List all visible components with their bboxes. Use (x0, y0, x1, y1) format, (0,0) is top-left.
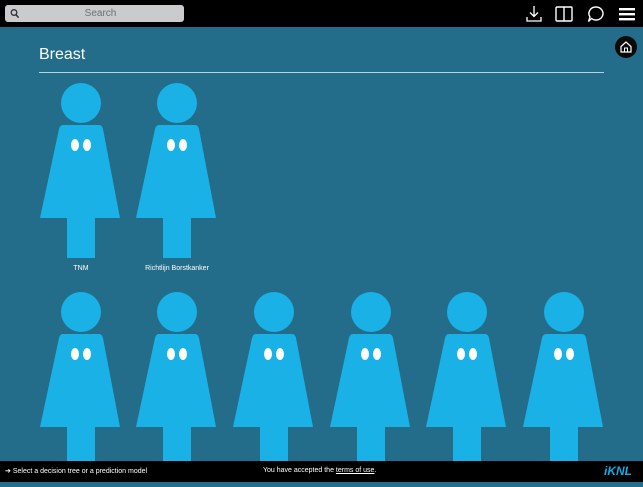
tile[interactable] (519, 292, 609, 487)
terms-suffix: . (374, 467, 377, 474)
woman-figure-icon (426, 292, 506, 467)
status-hint: ➔ Select a decision tree or a prediction… (5, 467, 147, 475)
woman-figure-icon (330, 292, 410, 467)
search-input[interactable] (23, 5, 178, 22)
tile[interactable] (422, 292, 512, 487)
tile-tnm[interactable]: TNM (36, 83, 126, 278)
search-box[interactable] (5, 5, 184, 22)
status-hint-text: Select a decision tree or a prediction m… (12, 468, 148, 475)
book-icon[interactable] (553, 4, 575, 24)
section-title: Breast (39, 46, 86, 63)
search-icon (10, 7, 20, 25)
home-icon[interactable] (615, 36, 637, 58)
woman-figure-icon (40, 83, 120, 258)
menu-icon[interactable] (617, 4, 639, 24)
download-icon[interactable] (523, 4, 545, 24)
tile[interactable] (326, 292, 416, 487)
terms-notice: You have accepted the terms of use. (263, 467, 376, 474)
top-bar (0, 0, 643, 27)
woman-figure-icon (136, 83, 216, 258)
title-divider (39, 72, 604, 73)
chat-bubble-icon[interactable] (585, 4, 607, 24)
woman-figure-icon (136, 292, 216, 467)
tile-label: Richtlijn Borstkanker (145, 265, 209, 272)
tile[interactable] (132, 292, 222, 487)
terms-of-use-link[interactable]: terms of use (336, 467, 375, 474)
iknl-logo: iKNL (604, 464, 632, 478)
woman-figure-icon (40, 292, 120, 467)
tile-richtlijn-borstkanker[interactable]: Richtlijn Borstkanker (132, 83, 222, 278)
terms-prefix: You have accepted the (263, 467, 336, 474)
arrow-right-icon: ➔ (5, 468, 11, 475)
woman-figure-icon (523, 292, 603, 467)
tile[interactable] (229, 292, 319, 487)
tile[interactable] (36, 292, 126, 487)
bottom-bar: ➔ Select a decision tree or a prediction… (0, 461, 643, 482)
woman-figure-icon (233, 292, 313, 467)
